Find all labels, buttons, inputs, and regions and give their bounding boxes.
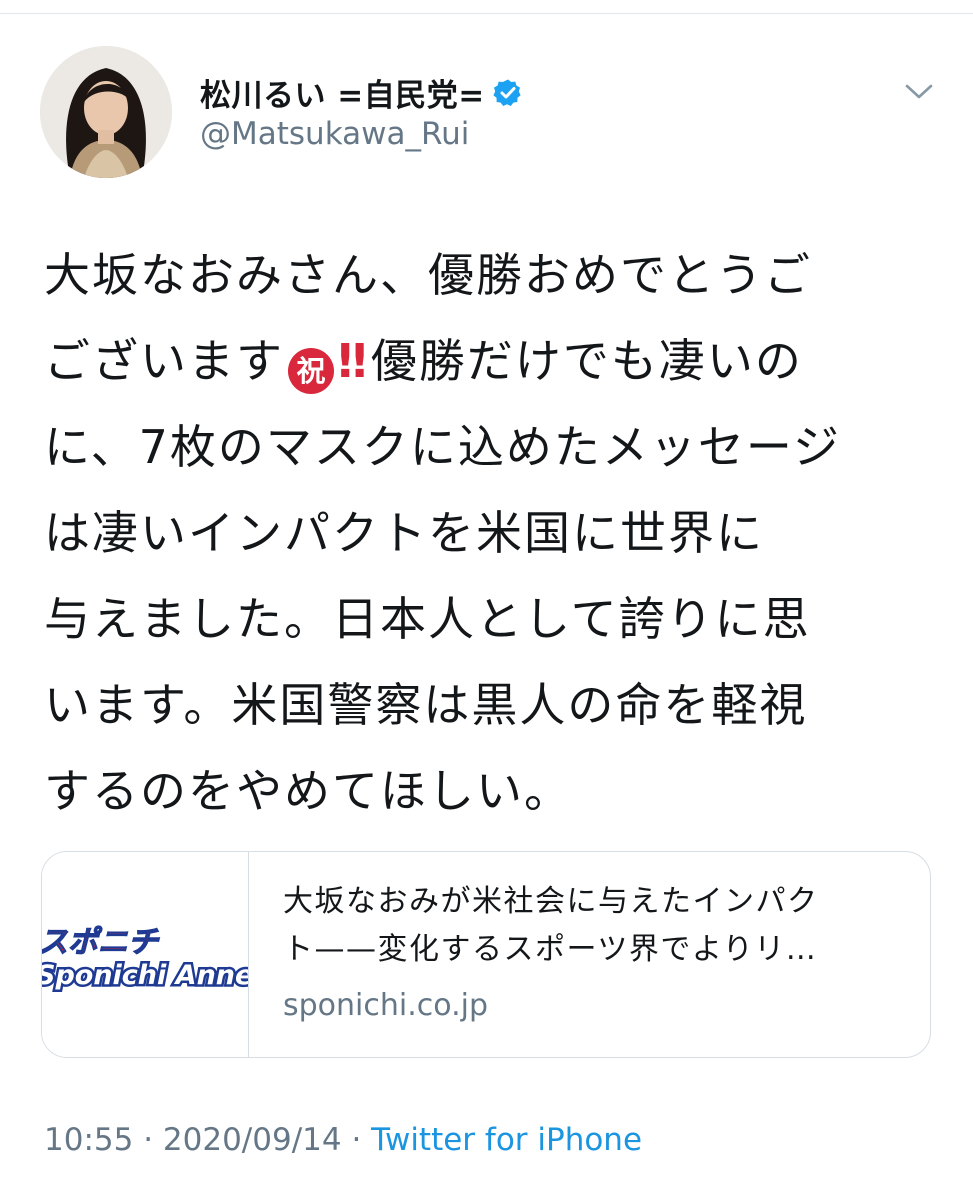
user-handle[interactable]: @Matsukawa_Rui [200,116,469,152]
name-row: 松川るい =自民党= [200,70,523,115]
tweet-line: は凄いインパクトを米国に世界に [44,506,764,560]
tweet-line-segment: 優勝だけでも凄いの [370,334,803,388]
card-body: 大坂なおみが米社会に与えたインパク ト——変化するスポーツ界でよりリ… spon… [249,852,930,1057]
card-title-line: ト——変化するスポーツ界でよりリ… [283,932,818,967]
chevron-down-icon[interactable] [902,76,936,106]
display-name[interactable]: 松川るい =自民党= [200,70,485,115]
logo-text-bottom: Sponichi Annex [42,960,249,991]
tweet-text: 大坂なおみさん、優勝おめでとうご ございます祝 ‼ 優勝だけでも凄いの に、7枚のマ… [44,232,934,834]
tweet-line: います。米国警察は黒人の命を軽視 [44,678,808,732]
card-thumbnail: スポニチ Sponichi Annex [42,852,249,1057]
tweet-line: ございます祝 ‼ 優勝だけでも凄いの [44,318,934,404]
meta-separator: · [341,1122,372,1158]
tweet-date[interactable]: 2020/09/14 [163,1122,342,1158]
tweet-line: に、7枚のマスクに込めたメッセージ [44,420,841,474]
meta-separator: · [133,1122,163,1158]
top-divider [0,0,973,14]
tweet-time[interactable]: 10:55 [44,1122,133,1158]
link-preview-card[interactable]: スポニチ Sponichi Annex 大坂なおみが米社会に与えたインパク ト—… [41,851,931,1058]
tweet-source-link[interactable]: Twitter for iPhone [371,1122,642,1158]
tweet-meta: 10:55 · 2020/09/14 · Twitter for iPhone [44,1122,642,1158]
tweet: 松川るい =自民党= @Matsukawa_Rui 大坂なおみさん、優勝おめでと… [0,0,973,1200]
avatar-photo [40,46,172,178]
card-title: 大坂なおみが米社会に与えたインパク ト——変化するスポーツ界でよりリ… [283,878,930,974]
tweet-line: するのをやめてほしい。 [44,764,572,818]
celebration-emoji-icon: 祝 [288,348,334,394]
verified-badge-icon [493,78,523,108]
card-domain: sponichi.co.jp [283,988,488,1023]
tweet-line: 大坂なおみさん、優勝おめでとうご [44,248,812,302]
double-exclamation-emoji-icon: ‼ [338,334,367,388]
tweet-line-segment: ございます [44,334,284,388]
sponichi-logo: スポニチ Sponichi Annex [42,852,249,1057]
tweet-line: 与えました。日本人として誇りに思 [44,592,811,646]
avatar[interactable] [40,46,172,178]
logo-text-top: スポニチ [42,925,160,960]
card-title-line: 大坂なおみが米社会に与えたインパク [283,884,819,919]
